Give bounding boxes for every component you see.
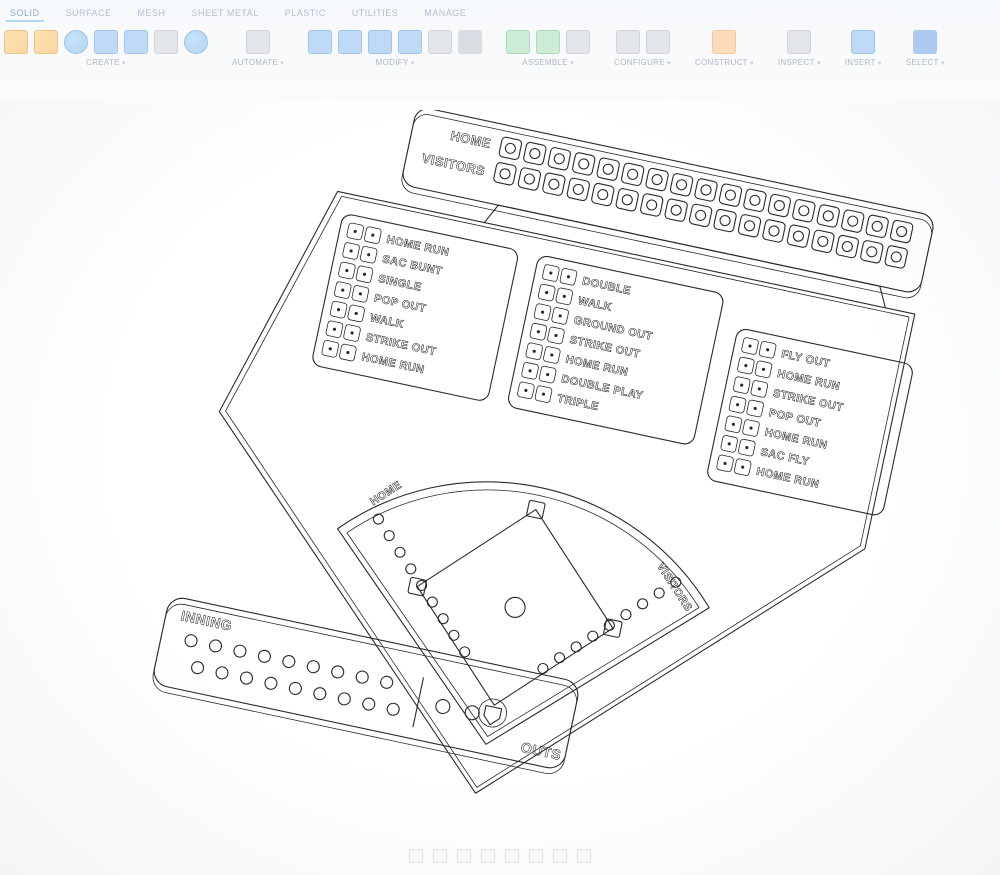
insert-label[interactable]: INSERT [845,58,882,67]
group-construct: CONSTRUCT [695,30,754,67]
dice-result-label: DOUBLE [581,275,632,297]
select-label[interactable]: SELECT [906,58,945,67]
pan-icon[interactable] [433,849,447,863]
dice-result-label: SAC BUNT [381,253,443,277]
new-sketch-icon[interactable] [4,30,28,54]
configure-icon[interactable] [616,30,640,54]
chamfer-icon[interactable] [368,30,392,54]
group-modify: MODIFY [308,30,482,67]
ribbon-toolbar: SOLID SURFACE MESH SHEET METAL PLASTIC U… [0,0,1000,100]
tab-mesh[interactable]: MESH [134,6,170,22]
dice-result-label: POP OUT [768,407,822,430]
inspect-label[interactable]: INSPECT [778,58,821,67]
design-canvas[interactable]: HOME VISITORS HOME RUNSAC BUNTSINGLEPOP … [0,100,1000,875]
plane-icon[interactable] [712,30,736,54]
hole-icon[interactable] [154,30,178,54]
dice-panel-1: HOME RUNSAC BUNTSINGLEPOP OUTWALKSTRIKE … [311,213,519,402]
combine-icon[interactable] [428,30,452,54]
dice-result-label: WALK [577,295,613,314]
cylinder-icon[interactable] [64,30,88,54]
score-home-label: HOME [449,128,492,151]
workspace-tabs: SOLID SURFACE MESH SHEET METAL PLASTIC U… [0,0,1000,22]
insert-icon[interactable] [851,30,875,54]
group-select: SELECT [906,30,945,67]
as-built-joint-icon[interactable] [536,30,560,54]
measure-icon[interactable] [787,30,811,54]
view-nav-bar[interactable] [409,849,591,863]
rigid-group-icon[interactable] [566,30,590,54]
dice-result-label: SINGLE [377,273,422,294]
group-insert: INSERT [845,30,882,67]
dice-panel-2: DOUBLEWALKGROUND OUTSTRIKE OUTHOME RUNDO… [507,255,725,446]
orbit-icon[interactable] [409,849,423,863]
dice-result-label: HOME RUN [755,466,820,491]
baseball-field: HOME VISITORS [300,448,726,784]
modify-label[interactable]: MODIFY [376,58,415,67]
group-create: CREATE [4,30,208,67]
field-home-label: HOME [368,479,404,508]
automate-label[interactable]: AUTOMATE [232,58,284,67]
dice-panel-3: FLY OUTHOME RUNSTRIKE OUTPOP OUTHOME RUN… [706,328,914,517]
baseball-board-model[interactable]: HOME VISITORS HOME RUNSAC BUNTSINGLEPOP … [130,110,950,870]
configure-label[interactable]: CONFIGURE [614,58,671,67]
move-icon[interactable] [458,30,482,54]
tab-sheetmetal[interactable]: SHEET METAL [188,6,263,22]
dice-result-label: TRIPLE [556,393,600,413]
shell-icon[interactable] [398,30,422,54]
sphere-icon[interactable] [184,30,208,54]
field-visitors-label: VISITORS [654,561,694,614]
construct-label[interactable]: CONSTRUCT [695,58,754,67]
parameters-icon[interactable] [646,30,670,54]
automate-icon[interactable] [246,30,270,54]
fit-icon[interactable] [481,849,495,863]
press-pull-icon[interactable] [308,30,332,54]
revolve-icon[interactable] [124,30,148,54]
score-visitors-label: VISITORS [420,150,486,178]
viewport-icon[interactable] [577,849,591,863]
assemble-label[interactable]: ASSEMBLE [522,58,574,67]
dice-result-label: POP OUT [373,292,427,315]
tab-solid[interactable]: SOLID [6,6,44,22]
joint-icon[interactable] [506,30,530,54]
zoom-icon[interactable] [457,849,471,863]
dice-result-label: HOME RUN [361,351,426,376]
inning-label: INNING [179,607,233,633]
grid-icon[interactable] [553,849,567,863]
group-configure: CONFIGURE [614,30,671,67]
dice-result-label: SAC FLY [759,446,810,468]
display-settings-icon[interactable] [529,849,543,863]
tab-utilities[interactable]: UTILITIES [348,6,403,22]
scoreboard: HOME VISITORS [399,110,935,300]
tab-plastic[interactable]: PLASTIC [281,6,330,22]
extrude-icon[interactable] [94,30,118,54]
ribbon: CREATE AUTOMATE MODIFY [0,22,1000,71]
look-at-icon[interactable] [505,849,519,863]
box-icon[interactable] [34,30,58,54]
inning-outs-bar: INNING OUTS [150,595,581,776]
group-inspect: INSPECT [778,30,821,67]
dice-result-label: WALK [369,312,405,331]
create-label[interactable]: CREATE [86,58,126,67]
group-automate: AUTOMATE [232,30,284,67]
group-assemble: ASSEMBLE [506,30,590,67]
dice-result-label: FLY OUT [780,348,831,370]
tab-surface[interactable]: SURFACE [62,6,116,22]
select-icon[interactable] [913,30,937,54]
fillet-icon[interactable] [338,30,362,54]
tab-manage[interactable]: MANAGE [420,6,470,22]
